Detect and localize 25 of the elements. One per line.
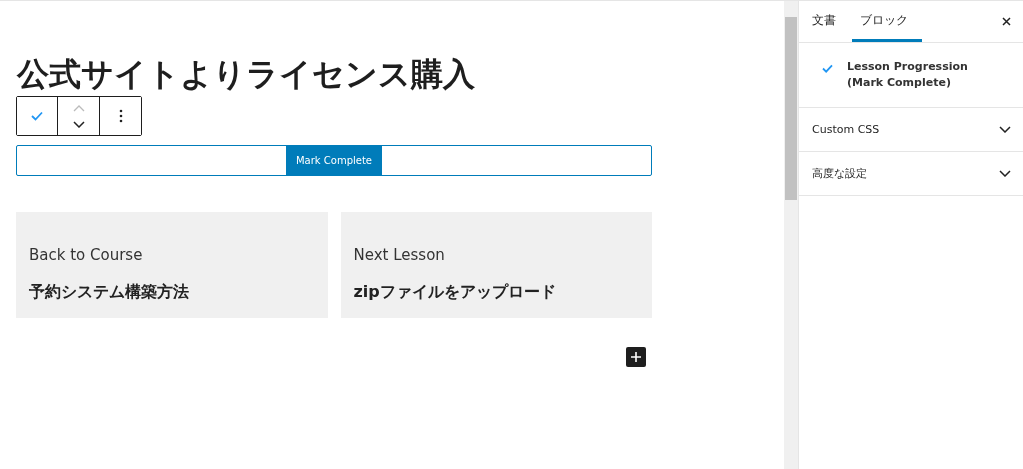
block-name: Lesson Progression (Mark Complete)	[847, 59, 969, 91]
settings-panel-toggle[interactable]: 高度な設定	[799, 152, 1023, 196]
close-icon	[1002, 17, 1011, 26]
lesson-title: zipファイルをアップロード	[353, 282, 557, 303]
mark-complete-block[interactable]: Mark Complete	[16, 145, 652, 176]
plus-icon	[631, 352, 641, 362]
lesson-nav-card[interactable]: Back to Course 予約システム構築方法	[16, 212, 328, 318]
nav-label: Back to Course	[29, 246, 144, 264]
sidebar-tab[interactable]: 文書	[804, 1, 844, 42]
more-icon	[118, 109, 123, 123]
block-type-button[interactable]	[17, 97, 58, 135]
check-icon	[31, 111, 43, 121]
lesson-title: 予約システム構築方法	[29, 282, 190, 303]
chevron-down-icon	[72, 120, 85, 128]
add-block-button[interactable]	[626, 347, 646, 367]
nav-label: Next Lesson	[353, 246, 446, 264]
settings-panel-toggle[interactable]: Custom CSS	[799, 108, 1023, 152]
check-icon	[822, 64, 833, 73]
scrollbar-thumb[interactable]	[785, 17, 797, 200]
scrollbar[interactable]	[784, 1, 798, 469]
chevron-up-icon	[72, 104, 85, 112]
post-title[interactable]: 公式サイトよりライセンス購入	[17, 53, 784, 95]
mark-complete-button[interactable]: Mark Complete	[286, 146, 382, 175]
sidebar-tab[interactable]: ブロック	[852, 1, 922, 42]
lesson-nav-card[interactable]: Next Lesson zipファイルをアップロード	[340, 212, 652, 318]
